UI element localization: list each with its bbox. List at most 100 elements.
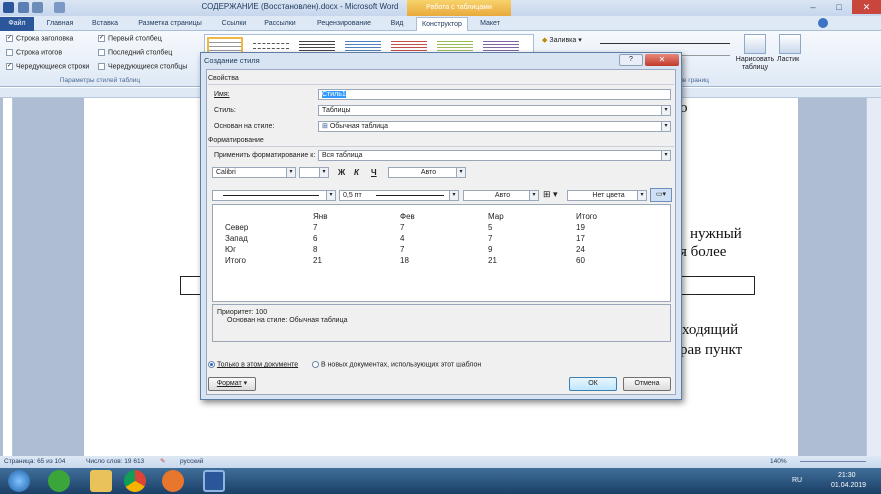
radio-new-documents[interactable]: В новых документах, использующих этот ша… xyxy=(312,361,481,368)
style-type-select[interactable]: Таблицы ▾ xyxy=(318,105,671,116)
tab-file[interactable]: Файл xyxy=(0,17,34,31)
preview-cell: Запад xyxy=(225,234,248,243)
checkbox-icon xyxy=(98,63,105,70)
checkbox-checked-icon: ✓ xyxy=(98,35,105,42)
clock-time[interactable]: 21:30 xyxy=(838,472,856,479)
border-color-select[interactable]: Авто ▾ xyxy=(463,190,539,201)
radio-icon xyxy=(312,361,319,368)
eraser-button[interactable]: Ластик xyxy=(777,56,799,63)
shading-button[interactable]: ◆ Заливка ▾ xyxy=(542,36,582,44)
option-banded-columns[interactable]: Чередующиеся столбцы xyxy=(98,63,187,70)
shading-color-select[interactable]: Нет цвета ▾ xyxy=(567,190,647,201)
spellcheck-icon[interactable]: ✎ xyxy=(160,457,165,465)
radio-selected-icon xyxy=(208,361,215,368)
radio-this-document[interactable]: Только в этом документе xyxy=(208,361,298,368)
tab-home[interactable]: Главная xyxy=(40,17,80,31)
font-size-select[interactable]: ▾ xyxy=(299,167,329,178)
preview-header-cell: Фев xyxy=(400,212,415,221)
chevron-down-icon: ▾ xyxy=(456,168,465,177)
preview-cell: 21 xyxy=(488,256,497,265)
borders-button[interactable]: ⊞ ▾ xyxy=(543,189,558,200)
line-sample xyxy=(376,195,444,196)
tab-layout-table[interactable]: Макет xyxy=(472,17,508,31)
dialog-close-button[interactable]: ✕ xyxy=(645,54,679,66)
context-tab-label: Работа с таблицами xyxy=(407,0,511,16)
clock-date: 01.04.2019 xyxy=(831,482,867,489)
option-header-row[interactable]: ✓ Строка заголовка xyxy=(6,35,73,42)
checkbox-checked-icon: ✓ xyxy=(6,63,13,70)
document-text: нужный xyxy=(690,226,742,242)
option-total-row[interactable]: Строка итогов xyxy=(6,49,62,56)
dialog-help-button[interactable]: ? xyxy=(619,54,643,66)
status-language[interactable]: русский xyxy=(180,458,203,465)
border-style-select[interactable]: ▾ xyxy=(212,190,336,201)
tab-insert[interactable]: Вставка xyxy=(86,17,124,31)
tab-design[interactable]: Конструктор xyxy=(416,17,468,31)
font-color-select[interactable]: Авто ▾ xyxy=(388,167,466,178)
minimize-button[interactable]: – xyxy=(800,0,826,14)
zoom-level[interactable]: 140% xyxy=(770,458,787,465)
table-style-thumb[interactable] xyxy=(253,43,289,49)
torrent-icon[interactable] xyxy=(48,470,70,492)
preview-cell: 8 xyxy=(313,245,318,254)
table-style-thumb[interactable] xyxy=(437,41,473,51)
cancel-button[interactable]: Отмена xyxy=(623,377,671,391)
tab-mailings[interactable]: Рассылки xyxy=(258,17,302,31)
word-taskbar-icon[interactable] xyxy=(203,470,225,492)
close-button[interactable]: ✕ xyxy=(852,0,881,14)
border-line-style[interactable] xyxy=(600,36,730,44)
style-type-label: Стиль: xyxy=(214,107,236,114)
italic-button[interactable]: К xyxy=(354,168,359,177)
chrome-icon[interactable] xyxy=(124,470,146,492)
font-select[interactable]: Calibri ▾ xyxy=(212,167,296,178)
preview-cell: Итого xyxy=(225,256,246,265)
bold-button[interactable]: Ж xyxy=(338,168,345,177)
status-page[interactable]: Страница: 65 из 104 xyxy=(4,458,65,465)
tab-layout[interactable]: Разметка страницы xyxy=(130,17,210,31)
status-words[interactable]: Число слов: 19 613 xyxy=(86,458,144,465)
tab-review[interactable]: Рецензирование xyxy=(306,17,382,31)
vertical-ruler[interactable] xyxy=(3,98,13,456)
preview-cell: 17 xyxy=(576,234,585,243)
chevron-down-icon: ▾ xyxy=(637,191,646,200)
tab-view[interactable]: Вид xyxy=(384,17,410,31)
start-icon[interactable] xyxy=(8,470,30,492)
format-button[interactable]: Формат ▾ xyxy=(208,377,256,391)
table-style-thumb[interactable] xyxy=(391,41,427,51)
style-description: Приоритет: 100 Основан на стиле: Обычная… xyxy=(212,304,671,342)
preview-header-cell: Мар xyxy=(488,212,504,221)
option-banded-rows[interactable]: ✓ Чередующиеся строки xyxy=(6,63,89,70)
restore-button[interactable]: □ xyxy=(826,0,852,14)
media-player-icon[interactable] xyxy=(162,470,184,492)
table-style-thumb[interactable] xyxy=(299,41,335,51)
border-width-select[interactable]: 0,5 пт ▾ xyxy=(339,190,459,201)
more-borders-button[interactable]: ▭▾ xyxy=(650,188,672,202)
apply-to-select[interactable]: Вся таблица ▾ xyxy=(318,150,671,161)
chevron-down-icon: ▾ xyxy=(661,151,670,160)
zoom-slider[interactable] xyxy=(800,461,866,462)
based-on-select[interactable]: ⊞ Обычная таблица ▾ xyxy=(318,121,671,132)
chevron-down-icon: ▾ xyxy=(326,191,335,200)
based-on-label: Основан на стиле: xyxy=(214,123,275,130)
folder-icon[interactable] xyxy=(90,470,112,492)
tab-references[interactable]: Ссылки xyxy=(214,17,254,31)
table-style-thumb[interactable] xyxy=(345,41,381,51)
grid-icon: ⊞ xyxy=(543,189,551,199)
document-text: ходящий xyxy=(682,322,739,338)
preview-cell: Север xyxy=(225,223,249,232)
option-last-column[interactable]: Последний столбец xyxy=(98,49,172,56)
dialog-title: Создание стиля xyxy=(204,56,260,65)
underline-button[interactable]: Ч xyxy=(371,168,377,177)
help-icon[interactable] xyxy=(818,18,828,28)
vertical-scrollbar[interactable] xyxy=(866,98,881,456)
name-input[interactable]: Стиль1 xyxy=(318,89,671,100)
draw-table-button[interactable]: Нарисовать таблицу xyxy=(733,56,777,72)
preview-cell: 24 xyxy=(576,245,585,254)
option-first-column[interactable]: ✓ Первый столбец xyxy=(98,35,162,42)
table-style-thumb[interactable] xyxy=(483,41,519,51)
name-label: Имя: xyxy=(214,91,230,98)
ok-button[interactable]: ОК xyxy=(569,377,617,391)
keyboard-language[interactable]: RU xyxy=(792,477,802,484)
checkbox-checked-icon: ✓ xyxy=(6,35,13,42)
chevron-down-icon: ▾ xyxy=(661,122,670,131)
